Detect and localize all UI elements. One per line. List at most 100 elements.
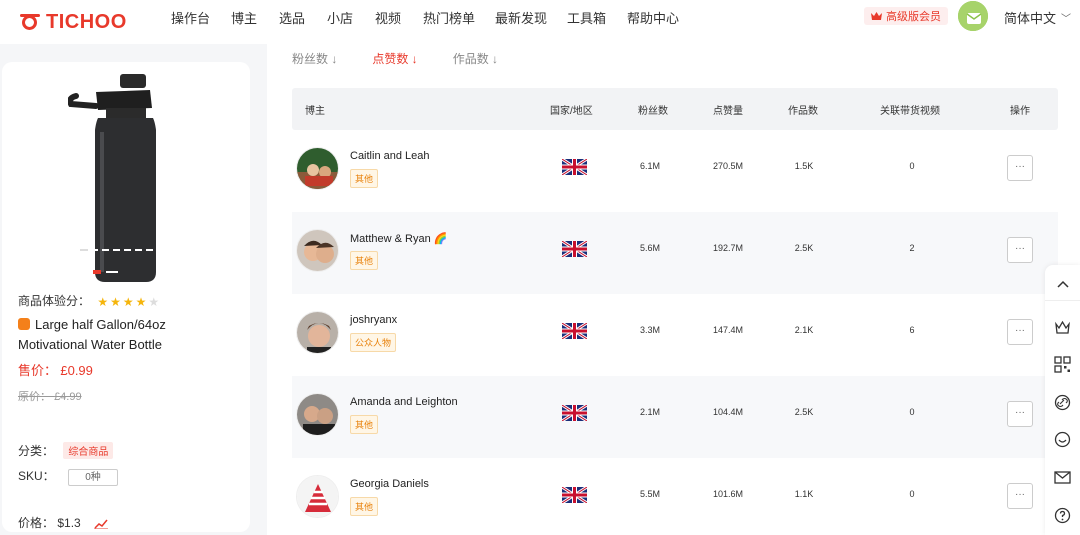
star-icon: ★ bbox=[122, 294, 134, 309]
avatar-image bbox=[297, 394, 338, 435]
rating-row: 商品体验分： ★ ★ ★ ★ ★ bbox=[18, 292, 161, 309]
creator-name[interactable]: joshryanx bbox=[350, 314, 397, 326]
header-likes: 点赞量 bbox=[713, 106, 743, 117]
videos-value: 1.5K bbox=[794, 161, 814, 171]
related-videos-value: 2 bbox=[909, 243, 915, 253]
rating-label: 商品体验分： bbox=[18, 294, 91, 308]
trend-icon[interactable] bbox=[94, 519, 109, 529]
link-icon[interactable] bbox=[1054, 394, 1071, 411]
creator-category-tag: 其他 bbox=[350, 251, 379, 270]
more-actions-button[interactable]: ··· bbox=[1007, 483, 1033, 509]
chevron-up-icon bbox=[1056, 281, 1069, 288]
videos-value: 2.1K bbox=[794, 325, 814, 335]
videos-value: 1.1K bbox=[794, 489, 814, 499]
cost-value: $1.3 bbox=[57, 516, 81, 530]
creator-name[interactable]: Amanda and Leighton bbox=[350, 396, 458, 408]
uk-flag-icon bbox=[562, 487, 587, 503]
creator-avatar[interactable] bbox=[296, 229, 339, 272]
top-nav-bar: TICHOO 操作台 博主 选品 小店 视频 热门榜单 最新发现 工具箱 帮助中… bbox=[0, 0, 1080, 44]
table-row[interactable]: Caitlin and Leah 其他 6.1M 270.5M 1.5K 0 ·… bbox=[292, 130, 1058, 212]
category-tag[interactable]: 综合商品 bbox=[63, 442, 114, 459]
user-avatar[interactable] bbox=[958, 1, 988, 31]
creator-avatar[interactable] bbox=[296, 393, 339, 436]
likes-value: 101.6M bbox=[712, 489, 744, 499]
vip-badge[interactable]: 高级版会员 bbox=[864, 7, 948, 25]
mail-icon[interactable] bbox=[1054, 469, 1071, 486]
smile-icon[interactable] bbox=[1054, 431, 1071, 448]
qr-code-icon[interactable] bbox=[1054, 356, 1071, 373]
uk-flag-icon bbox=[562, 405, 587, 421]
likes-value: 147.4M bbox=[712, 325, 744, 335]
sort-tab-followers[interactable]: 粉丝数 ↓ bbox=[292, 50, 337, 67]
table-row[interactable]: Amanda and Leighton 其他 2.1M 104.4M 2.5K … bbox=[292, 376, 1058, 458]
creator-name[interactable]: Matthew & Ryan 🌈 bbox=[350, 232, 447, 245]
creator-name[interactable]: Caitlin and Leah bbox=[350, 150, 430, 162]
brand-logo[interactable]: TICHOO bbox=[20, 11, 150, 34]
related-videos-value: 6 bbox=[909, 325, 915, 335]
table-header: 博主 国家/地区 粉丝数 点赞量 作品数 关联带货视频 操作 bbox=[292, 88, 1058, 130]
header-creator: 博主 bbox=[305, 106, 325, 117]
price-label: 售价： bbox=[18, 363, 58, 378]
more-actions-button[interactable]: ··· bbox=[1007, 237, 1033, 263]
table-row[interactable]: joshryanx 公众人物 3.3M 147.4M 2.1K 6 ··· bbox=[292, 294, 1058, 376]
more-actions-button[interactable]: ··· bbox=[1007, 401, 1033, 427]
nav-item-products[interactable]: 选品 bbox=[279, 8, 305, 27]
star-icon: ★ bbox=[110, 294, 121, 309]
followers-value: 6.1M bbox=[639, 161, 660, 171]
followers-value: 2.1M bbox=[639, 407, 660, 417]
nav-item-help[interactable]: 帮助中心 bbox=[627, 8, 679, 27]
nav-item-dashboard[interactable]: 操作台 bbox=[171, 8, 210, 27]
original-price-row: 原价： £4.99 bbox=[18, 388, 82, 404]
more-actions-button[interactable]: ··· bbox=[1007, 155, 1033, 181]
category-label: 分类： bbox=[18, 444, 55, 458]
header-followers: 粉丝数 bbox=[638, 106, 668, 117]
scroll-to-top-button[interactable] bbox=[1045, 265, 1080, 301]
header-videos: 作品数 bbox=[788, 106, 818, 117]
creator-category-tag: 其他 bbox=[350, 415, 379, 434]
related-videos-value: 0 bbox=[909, 407, 915, 417]
sort-tab-likes[interactable]: 点赞数 ↓ bbox=[372, 50, 417, 67]
crown-outline-icon[interactable] bbox=[1054, 319, 1071, 336]
nav-item-shops[interactable]: 小店 bbox=[327, 8, 353, 27]
creator-avatar[interactable] bbox=[296, 147, 339, 190]
related-videos-value: 0 bbox=[909, 161, 915, 171]
sort-tabs: 粉丝数 ↓ 点赞数 ↓ 作品数 ↓ bbox=[292, 50, 533, 67]
product-title-block[interactable]: Large half Gallon/64oz Motivational Wate… bbox=[18, 315, 238, 355]
uk-flag-icon bbox=[562, 241, 587, 257]
nav-item-toolbox[interactable]: 工具箱 bbox=[567, 8, 606, 27]
sort-tab-videos[interactable]: 作品数 ↓ bbox=[453, 50, 498, 67]
creator-avatar[interactable] bbox=[296, 475, 339, 518]
category-row: 分类： 综合商品 bbox=[18, 442, 114, 459]
price-value: £0.99 bbox=[60, 363, 93, 378]
followers-value: 3.3M bbox=[639, 325, 660, 335]
cost-label: 价格： bbox=[18, 516, 55, 530]
product-image[interactable] bbox=[68, 72, 178, 284]
language-selector[interactable]: 简体中文 ﹀ bbox=[1004, 8, 1071, 27]
star-icon: ★ bbox=[97, 294, 109, 309]
followers-value: 5.5M bbox=[639, 489, 660, 499]
uk-flag-icon bbox=[562, 323, 587, 339]
nav-item-rankings[interactable]: 热门榜单 bbox=[423, 8, 475, 27]
nav-item-creators[interactable]: 博主 bbox=[231, 8, 257, 27]
likes-value: 270.5M bbox=[712, 161, 744, 171]
creator-avatar[interactable] bbox=[296, 311, 339, 354]
more-actions-button[interactable]: ··· bbox=[1007, 319, 1033, 345]
rating-stars: ★ ★ ★ ★ ★ bbox=[97, 295, 161, 309]
avatar-image bbox=[958, 1, 988, 31]
uk-flag-icon bbox=[562, 159, 587, 175]
likes-value: 104.4M bbox=[712, 407, 744, 417]
chevron-down-icon: ﹀ bbox=[1061, 14, 1072, 25]
header-related-videos: 关联带货视频 bbox=[880, 106, 940, 117]
related-videos-value: 0 bbox=[909, 489, 915, 499]
creator-name[interactable]: Georgia Daniels bbox=[350, 478, 429, 490]
table-row[interactable]: Matthew & Ryan 🌈 其他 5.6M 192.7M 2.5K 2 ·… bbox=[292, 212, 1058, 294]
nav-item-videos[interactable]: 视频 bbox=[375, 8, 401, 27]
videos-value: 2.5K bbox=[794, 407, 814, 417]
product-card: 商品体验分： ★ ★ ★ ★ ★ Large half Gallon/64oz … bbox=[2, 62, 250, 532]
followers-value: 5.6M bbox=[639, 243, 660, 253]
help-icon[interactable] bbox=[1054, 507, 1071, 524]
nav-item-discover[interactable]: 最新发现 bbox=[495, 8, 547, 27]
avatar-image bbox=[297, 230, 338, 271]
sku-value[interactable]: 0种 bbox=[68, 469, 119, 486]
table-row[interactable]: Georgia Daniels 其他 5.5M 101.6M 1.1K 0 ··… bbox=[292, 458, 1058, 535]
